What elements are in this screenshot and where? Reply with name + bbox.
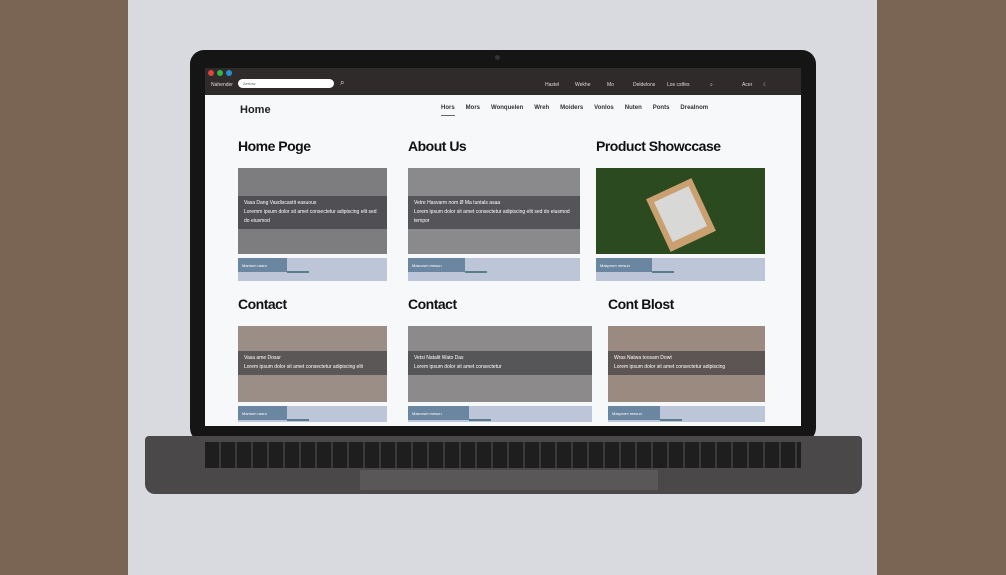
nav-link[interactable]: Vonlos — [594, 105, 614, 116]
card-button[interactable]: Mantum raaro — [238, 258, 287, 272]
moon-icon[interactable]: ☾ — [763, 82, 767, 88]
zoom-icon[interactable]: ⌕ — [710, 82, 713, 88]
card-footer: Masprom mesun — [596, 258, 765, 281]
notebook-image — [646, 178, 716, 252]
card-footer: Masrosm mesun — [408, 406, 592, 422]
image-overlay: Wras Natwa toosam Dowt Lorem ipsum dolor … — [608, 351, 765, 375]
search-input[interactable]: Aertow — [238, 79, 334, 88]
webcam — [495, 55, 500, 60]
overlay-text: Lorem ipsum dolor sit amet consectetur a… — [244, 364, 363, 370]
card-title: Product Showccase — [596, 138, 721, 154]
content-card: Contact Vasa ame Dosar Lorem ipsum dolor … — [238, 296, 387, 422]
overlay-title: Vasa ame Dosar — [244, 355, 281, 361]
minimize-icon[interactable] — [217, 70, 223, 76]
image-overlay: Vasa ame Dosar Lorem ipsum dolor sit amet… — [238, 351, 387, 375]
overlay-text: Lorem ipsum dolor sit amet consectetur a… — [614, 364, 726, 370]
divider — [465, 271, 487, 273]
content-card: About Us Vetre Hasvarm nom Ø Ma tuntals … — [408, 138, 580, 281]
overlay-title: Wras Natwa toosam Dowt — [614, 355, 672, 361]
menu-item[interactable]: Acer — [742, 82, 752, 88]
card-title: Cont Blost — [608, 296, 674, 312]
card-footer: Mantum raaro — [238, 258, 387, 281]
menu-item[interactable]: Hastel — [545, 82, 559, 88]
nav-link[interactable]: Hors — [441, 105, 455, 116]
browser-toolbar: Nahender Aertow ⌕ Hastel Wekhe Mo Deldel… — [205, 68, 801, 95]
card-title: Contact — [238, 296, 287, 312]
card-image[interactable]: Vetsi Natalit Wato Das Lorem ipsum dolor … — [408, 326, 592, 402]
card-button[interactable]: Masrosm mesun — [408, 406, 469, 420]
nav-link[interactable]: Nuten — [625, 105, 642, 116]
content-card: Contact Vetsi Natalit Wato Das Lorem ipsu… — [408, 296, 592, 422]
card-footer: Masrosm mesun — [408, 258, 580, 281]
search-icon[interactable]: ⌕ — [340, 78, 344, 88]
card-title: About Us — [408, 138, 467, 154]
overlay-text: Lorem ipsum dolor sit amet consectetur a… — [414, 209, 570, 224]
keyboard — [205, 442, 801, 468]
laptop-screen: Nahender Aertow ⌕ Hastel Wekhe Mo Deldel… — [205, 68, 801, 426]
content-card: Cont Blost Wras Natwa toosam Dowt Lorem i… — [608, 296, 765, 422]
overlay-text: Lorem ipsum dolor sit amet consectetur — [414, 364, 502, 370]
image-overlay: Vasa Dang Vasdiscastit easuous Loremm ips… — [238, 196, 387, 229]
card-button[interactable]: Masprom mesun — [608, 406, 660, 420]
card-image[interactable]: Wras Natwa toosam Dowt Lorem ipsum dolor … — [608, 326, 765, 402]
card-button[interactable]: Masprom mesun — [596, 258, 652, 272]
menu-item[interactable]: Mo — [607, 82, 614, 88]
nav-link[interactable]: Moiders — [560, 105, 583, 116]
menu-item[interactable]: Wekhe — [575, 82, 590, 88]
site-brand[interactable]: Home — [240, 104, 271, 116]
overlay-text: Loremm ipsum dolor sit amet consectetur … — [244, 209, 377, 224]
content-card: Home Poge Vasa Dang Vasdiscastit easuous… — [238, 138, 387, 281]
window-controls — [208, 70, 232, 76]
card-title: Contact — [408, 296, 457, 312]
card-button[interactable]: Mantum raaro — [238, 406, 287, 420]
card-image[interactable]: Vasa Dang Vasdiscastit easuous Loremm ips… — [238, 168, 387, 254]
divider — [660, 419, 682, 421]
nav-link[interactable]: Drealnom — [680, 105, 708, 116]
overlay-title: Vetre Hasvarm nom Ø Ma tuntals asaa — [414, 200, 501, 206]
card-button[interactable]: Masrosm mesun — [408, 258, 465, 272]
card-footer: Masprom mesun — [608, 406, 765, 422]
nav-link[interactable]: Mors — [466, 105, 480, 116]
card-image[interactable]: Vetre Hasvarm nom Ø Ma tuntals asaa Lorem… — [408, 168, 580, 254]
card-image[interactable]: Vasa ame Dosar Lorem ipsum dolor sit amet… — [238, 326, 387, 402]
menu-item[interactable]: Los cstfes — [667, 82, 690, 88]
trackpad — [360, 470, 658, 490]
image-overlay: Vetsi Natalit Wato Das Lorem ipsum dolor … — [408, 351, 592, 375]
close-icon[interactable] — [208, 70, 214, 76]
menu-item[interactable]: Deldelons — [633, 82, 655, 88]
image-overlay: Vetre Hasvarm nom Ø Ma tuntals asaa Lorem… — [408, 196, 580, 229]
divider — [652, 271, 674, 273]
overlay-title: Vetsi Natalit Wato Das — [414, 355, 464, 361]
card-image[interactable] — [596, 168, 765, 254]
divider — [469, 419, 491, 421]
nav-link[interactable]: Ponts — [653, 105, 670, 116]
card-title: Home Poge — [238, 138, 311, 154]
divider — [287, 419, 309, 421]
bookmarks-label[interactable]: Nahender — [211, 82, 233, 88]
content-card: Product Showccase Masprom mesun — [596, 138, 765, 281]
site-nav: Home Hors Mors Wonquelen Wreh Moiders Vo… — [205, 95, 801, 125]
nav-link[interactable]: Wonquelen — [491, 105, 523, 116]
card-footer: Mantum raaro — [238, 406, 387, 422]
nav-link[interactable]: Wreh — [534, 105, 549, 116]
divider — [287, 271, 309, 273]
overlay-title: Vasa Dang Vasdiscastit easuous — [244, 200, 317, 206]
maximize-icon[interactable] — [226, 70, 232, 76]
